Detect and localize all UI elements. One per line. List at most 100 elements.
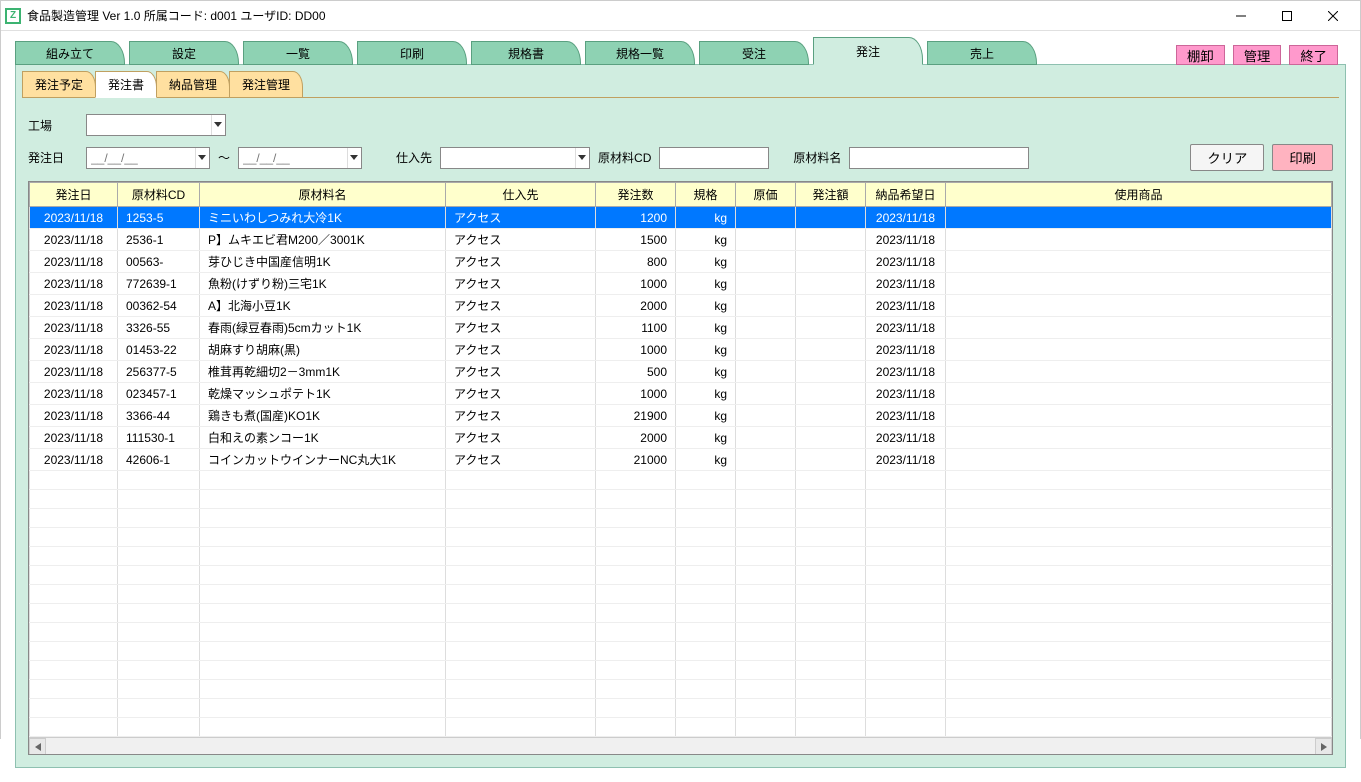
col-header-delivery[interactable]: 納品希望日 [866, 183, 946, 207]
cell-product[interactable] [946, 405, 1332, 427]
cell-product[interactable] [946, 680, 1332, 699]
top-tab-1[interactable]: 設定 [129, 41, 239, 65]
cell-cd[interactable] [118, 509, 200, 528]
cell-delivery[interactable] [866, 490, 946, 509]
cell-delivery[interactable] [866, 661, 946, 680]
cell-cd[interactable]: 3326-55 [118, 317, 200, 339]
date-to-input[interactable] [239, 148, 347, 168]
cell-delivery[interactable]: 2023/11/18 [866, 295, 946, 317]
cell-amount[interactable] [796, 295, 866, 317]
col-header-spec[interactable]: 規格 [676, 183, 736, 207]
cell-qty[interactable]: 800 [596, 251, 676, 273]
cell-product[interactable] [946, 251, 1332, 273]
cell-qty[interactable] [596, 528, 676, 547]
cell-delivery[interactable] [866, 566, 946, 585]
table-row[interactable] [30, 566, 1332, 585]
cell-delivery[interactable] [866, 680, 946, 699]
cell-price[interactable] [736, 207, 796, 229]
cell-spec[interactable] [676, 718, 736, 737]
cell-product[interactable] [946, 699, 1332, 718]
cell-date[interactable] [30, 471, 118, 490]
cell-spec[interactable]: kg [676, 229, 736, 251]
factory-combo[interactable] [86, 114, 226, 136]
cell-qty[interactable] [596, 547, 676, 566]
cell-cd[interactable] [118, 585, 200, 604]
cell-amount[interactable] [796, 339, 866, 361]
cell-product[interactable] [946, 317, 1332, 339]
cell-delivery[interactable] [866, 471, 946, 490]
cell-delivery[interactable]: 2023/11/18 [866, 405, 946, 427]
cell-supplier[interactable] [446, 680, 596, 699]
cell-name[interactable] [200, 490, 446, 509]
cell-amount[interactable] [796, 718, 866, 737]
cell-price[interactable] [736, 585, 796, 604]
sub-tab-2[interactable]: 納品管理 [156, 71, 230, 97]
sub-tab-3[interactable]: 発注管理 [229, 71, 303, 97]
cell-name[interactable] [200, 528, 446, 547]
cell-cd[interactable]: 772639-1 [118, 273, 200, 295]
cell-product[interactable] [946, 509, 1332, 528]
cell-qty[interactable]: 1000 [596, 339, 676, 361]
cell-delivery[interactable]: 2023/11/18 [866, 251, 946, 273]
cell-qty[interactable]: 1100 [596, 317, 676, 339]
cell-product[interactable] [946, 718, 1332, 737]
cell-price[interactable] [736, 528, 796, 547]
cell-supplier[interactable]: アクセス [446, 229, 596, 251]
cell-price[interactable] [736, 642, 796, 661]
cell-name[interactable]: 鶏きも煮(国産)KO1K [200, 405, 446, 427]
cell-amount[interactable] [796, 509, 866, 528]
cell-amount[interactable] [796, 699, 866, 718]
cell-name[interactable] [200, 642, 446, 661]
cell-delivery[interactable]: 2023/11/18 [866, 273, 946, 295]
cell-cd[interactable]: 1253-5 [118, 207, 200, 229]
cell-spec[interactable] [676, 490, 736, 509]
cell-cd[interactable]: 42606-1 [118, 449, 200, 471]
cell-amount[interactable] [796, 383, 866, 405]
cell-supplier[interactable] [446, 547, 596, 566]
cell-product[interactable] [946, 339, 1332, 361]
cell-product[interactable] [946, 566, 1332, 585]
cell-price[interactable] [736, 273, 796, 295]
cell-delivery[interactable] [866, 623, 946, 642]
cell-date[interactable] [30, 509, 118, 528]
cell-cd[interactable] [118, 661, 200, 680]
cell-delivery[interactable]: 2023/11/18 [866, 207, 946, 229]
cell-date[interactable]: 2023/11/18 [30, 383, 118, 405]
cell-cd[interactable] [118, 699, 200, 718]
cell-date[interactable]: 2023/11/18 [30, 229, 118, 251]
supplier-combo[interactable] [440, 147, 590, 169]
cell-date[interactable]: 2023/11/18 [30, 207, 118, 229]
cell-product[interactable] [946, 295, 1332, 317]
cell-price[interactable] [736, 699, 796, 718]
cell-price[interactable] [736, 405, 796, 427]
cell-delivery[interactable] [866, 509, 946, 528]
cell-product[interactable] [946, 623, 1332, 642]
cell-spec[interactable]: kg [676, 273, 736, 295]
cell-price[interactable] [736, 509, 796, 528]
cell-price[interactable] [736, 427, 796, 449]
close-button[interactable] [1310, 1, 1356, 31]
stock-button[interactable]: 棚卸 [1176, 45, 1225, 65]
cell-name[interactable]: A】北海小豆1K [200, 295, 446, 317]
cell-amount[interactable] [796, 405, 866, 427]
table-row[interactable] [30, 718, 1332, 737]
cell-qty[interactable] [596, 699, 676, 718]
top-tab-6[interactable]: 受注 [699, 41, 809, 65]
cell-spec[interactable]: kg [676, 361, 736, 383]
cell-qty[interactable] [596, 490, 676, 509]
cell-name[interactable]: コインカットウインナーNC丸大1K [200, 449, 446, 471]
cell-price[interactable] [736, 547, 796, 566]
sub-tab-1[interactable]: 発注書 [95, 71, 157, 98]
cell-supplier[interactable] [446, 718, 596, 737]
minimize-button[interactable] [1218, 1, 1264, 31]
cell-price[interactable] [736, 251, 796, 273]
cell-cd[interactable]: 3366-44 [118, 405, 200, 427]
cell-amount[interactable] [796, 449, 866, 471]
col-header-cd[interactable]: 原材料CD [118, 183, 200, 207]
cell-price[interactable] [736, 471, 796, 490]
cell-date[interactable] [30, 661, 118, 680]
material-cd-input[interactable] [659, 147, 769, 169]
cell-name[interactable] [200, 718, 446, 737]
table-row[interactable]: 2023/11/1800362-54A】北海小豆1Kアクセス2000kg2023… [30, 295, 1332, 317]
cell-qty[interactable] [596, 642, 676, 661]
